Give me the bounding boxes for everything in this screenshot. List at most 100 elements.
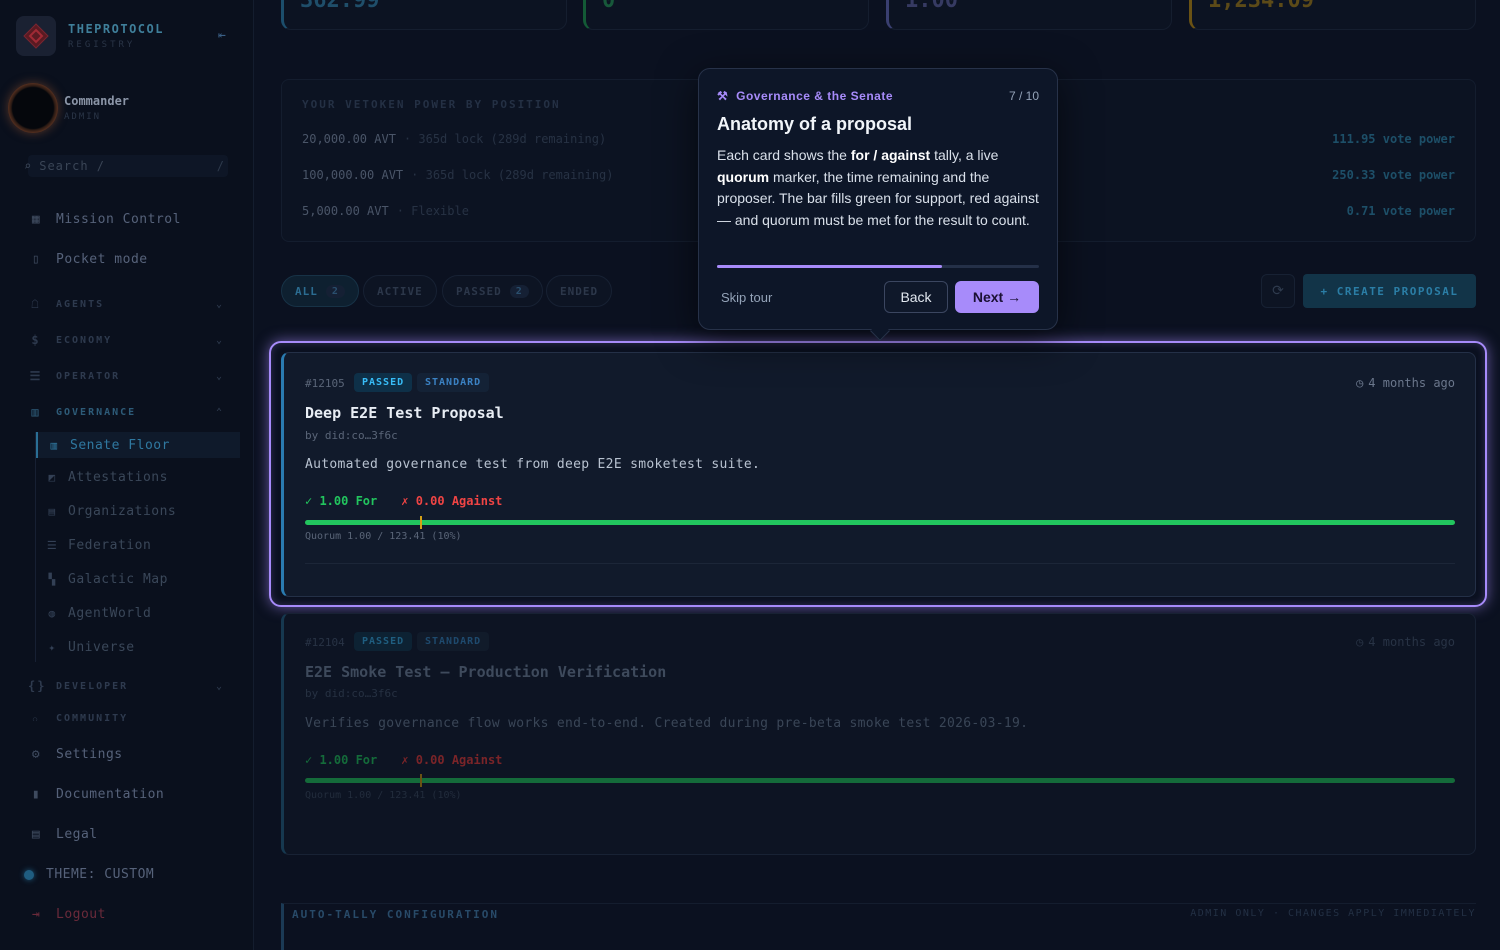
filter-ended[interactable]: ENDED [546, 275, 613, 307]
back-button[interactable]: Back [884, 281, 948, 313]
filter-all[interactable]: ALL 2 [281, 275, 359, 307]
section-note: ADMIN ONLY · CHANGES APPLY IMMEDIATELY [1190, 908, 1476, 919]
chat-icon: ◩ [48, 471, 56, 484]
tour-popover: ⚒ Governance & the Senate 7 / 10 Anatomy… [698, 68, 1058, 341]
braces-icon: {} [28, 679, 47, 693]
sidebar-item-documentation[interactable]: ▮ Documentation [28, 787, 164, 802]
sidebar-item-universe[interactable]: ✦ Universe [46, 640, 135, 655]
tally-against: ✗ 0.00 Against [401, 753, 503, 767]
next-button[interactable]: Next → [955, 281, 1039, 313]
tally-for: ✓ 1.00 For [305, 753, 378, 767]
chevron-down-icon: ⌄ [215, 298, 224, 310]
filter-count: 2 [325, 284, 345, 298]
proposal-card[interactable]: #12104 PASSED STANDARD ◷ 4 months ago E2… [281, 613, 1476, 855]
stat-value: 1.00 [905, 0, 958, 13]
position-lock: · 365d lock (289d remaining) [403, 132, 607, 146]
vetoken-title: YOUR VETOKEN POWER BY POSITION [302, 98, 561, 111]
position-amount: 5,000.00 AVT [302, 204, 389, 218]
stat-card-3: 1.00 [886, 0, 1172, 30]
sidebar-item-label: Legal [56, 827, 98, 842]
filter-active[interactable]: ACTIVE [363, 275, 437, 307]
phone-icon: ▯ [31, 252, 41, 267]
proposal-time: ◷ 4 months ago [1356, 635, 1455, 649]
user-profile[interactable]: Commander ADMIN [8, 83, 129, 133]
create-proposal-button[interactable]: + CREATE PROPOSAL [1303, 274, 1476, 308]
chevron-up-icon: ⌃ [215, 406, 224, 418]
submenu-guide-line [35, 432, 36, 662]
sidebar-item-label: Mission Control [56, 212, 181, 227]
quorum-marker [420, 516, 422, 529]
proposal-description: Verifies governance flow works end-to-en… [305, 716, 1029, 731]
position-power: 111.95 vote power [1332, 132, 1455, 146]
section-title: AUTO-TALLY CONFIGURATION [292, 908, 499, 921]
refresh-button[interactable]: ⟳ [1261, 274, 1295, 308]
brand-name: THEPROTOCOL [68, 22, 164, 36]
sidebar-item-legal[interactable]: ▤ Legal [28, 827, 98, 842]
sidebar-item-federation[interactable]: ☰ Federation [46, 538, 151, 553]
sidebar-section-operator[interactable]: ☰ OPERATOR ⌄ [28, 369, 224, 383]
logout-button[interactable]: ⇥ Logout [28, 907, 106, 922]
sidebar-item-agentworld[interactable]: ◍ AgentWorld [46, 606, 151, 621]
tour-body-emphasis: for / against [850, 147, 931, 163]
sidebar-section-community[interactable]: ◦ COMMUNITY [28, 713, 224, 721]
sidebar-section-agents[interactable]: ☖ AGENTS ⌄ [28, 297, 224, 311]
scales-icon: ▤ [31, 827, 41, 842]
tour-step-counter: 7 / 10 [1008, 89, 1039, 103]
building-icon: ▥ [31, 405, 41, 419]
sidebar-item-pocket-mode[interactable]: ▯ Pocket mode [28, 252, 148, 267]
sidebar-item-mission-control[interactable]: ▦ Mission Control [28, 212, 181, 227]
search-input[interactable]: ⌕ Search / / [24, 155, 228, 177]
tally-bar [305, 774, 1455, 787]
sidebar-item-organizations[interactable]: ▤ Organizations [46, 504, 176, 519]
tour-body-text: tally, a live [930, 147, 999, 163]
sidebar-item-label: Federation [68, 538, 152, 553]
section-label: COMMUNITY [56, 713, 129, 721]
stat-value: 0 [602, 0, 616, 13]
position-lock: · Flexible [396, 204, 469, 218]
card-divider [305, 563, 1455, 564]
clock-icon: ◷ [1356, 635, 1364, 649]
skip-tour-button[interactable]: Skip tour [721, 290, 772, 305]
tour-body-emphasis: quorum [717, 168, 770, 185]
tour-arrow [870, 321, 890, 341]
sidebar-item-senate-floor[interactable]: ▥ Senate Floor [36, 432, 240, 458]
sidebar-section-developer[interactable]: {} DEVELOPER ⌄ [28, 679, 224, 693]
tour-progress [717, 265, 1039, 268]
sidebar-item-attestations[interactable]: ◩ Attestations [46, 470, 168, 485]
status-badge: PASSED [354, 632, 413, 651]
theme-label: THEME: CUSTOM [46, 867, 155, 882]
quorum-marker [420, 774, 422, 787]
proposal-title: E2E Smoke Test — Production Verification [305, 663, 667, 681]
brand[interactable]: THEPROTOCOL REGISTRY [16, 16, 164, 56]
book-icon: ▮ [31, 787, 41, 802]
proposal-number: #12105 [305, 377, 345, 390]
sidebar-item-label: Senate Floor [70, 437, 170, 453]
filter-label: ENDED [560, 284, 599, 298]
filter-passed[interactable]: PASSED 2 [442, 275, 543, 307]
tour-kicker: ⚒ Governance & the Senate [717, 89, 893, 103]
filter-count: 2 [509, 284, 529, 298]
proposal-card[interactable]: #12105 PASSED STANDARD ◷ 4 months ago De… [281, 352, 1476, 597]
server-icon: ☰ [29, 369, 43, 383]
sidebar-collapse-icon[interactable]: ⇤ [218, 28, 226, 43]
chevron-down-icon: ⌄ [215, 370, 224, 382]
logout-label: Logout [56, 907, 106, 922]
sidebar-section-governance[interactable]: ▥ GOVERNANCE ⌃ [28, 405, 224, 419]
sidebar-item-label: Settings [56, 747, 123, 762]
section-label: OPERATOR [56, 370, 121, 382]
proposal-author: by did:co…3f6c [305, 429, 398, 442]
tally-bar [305, 516, 1455, 529]
search-icon: ⌕ [24, 159, 32, 173]
tally-bar-for [305, 520, 1455, 525]
position-amount: 20,000.00 AVT [302, 132, 396, 146]
stat-card-2: 0 [583, 0, 869, 30]
sidebar-item-settings[interactable]: ⚙ Settings [28, 747, 123, 762]
time-label: 4 months ago [1368, 635, 1455, 649]
sidebar-section-economy[interactable]: $ ECONOMY ⌄ [28, 333, 224, 347]
tour-title: Anatomy of a proposal [717, 114, 913, 134]
theme-toggle[interactable]: THEME: CUSTOM [24, 867, 155, 882]
brand-sub: REGISTRY [68, 40, 136, 50]
map-icon: ▚ [48, 573, 56, 586]
sidebar-item-galactic-map[interactable]: ▚ Galactic Map [46, 572, 168, 587]
sidebar-item-label: Attestations [68, 470, 168, 485]
